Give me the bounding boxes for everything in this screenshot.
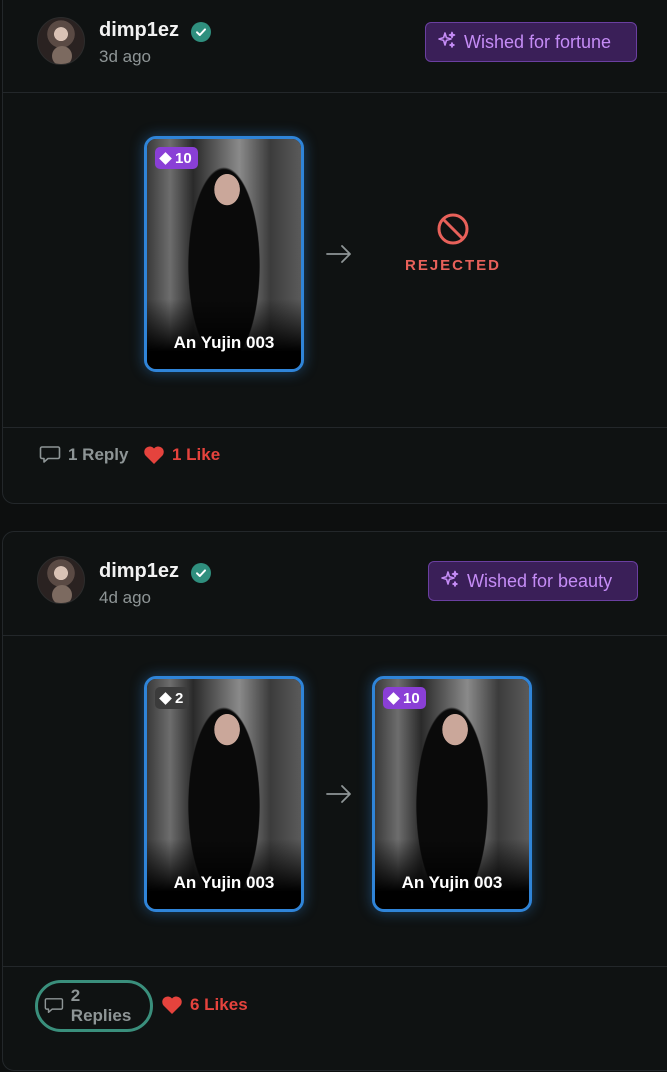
sparkles-icon [438, 31, 456, 54]
username[interactable]: dimp1ez [99, 19, 179, 42]
heart-icon [144, 446, 164, 464]
avatar[interactable] [37, 17, 85, 65]
replies-count: 2 Replies [70, 986, 132, 1025]
diamond-icon [159, 151, 172, 165]
replies-button[interactable]: 1 Reply [39, 445, 128, 465]
card-rank: 10 [403, 689, 420, 707]
replies-button[interactable]: 2 Replies [35, 980, 153, 1032]
rejected-label: REJECTED [404, 257, 502, 274]
heart-icon [162, 996, 182, 1014]
likes-count: 1 Like [172, 445, 221, 464]
diamond-icon [159, 691, 172, 705]
card-to[interactable]: 10 An Yujin 003 [372, 676, 532, 912]
wish-post: dimp1ez 4d ago Wished for beauty 2 An Yu… [2, 531, 667, 1071]
wish-label: Wished for beauty [467, 570, 613, 591]
sparkles-icon [441, 570, 459, 593]
wish-label: Wished for fortune [464, 31, 612, 52]
card-rank-badge: 10 [383, 687, 426, 709]
likes-count: 6 Likes [190, 995, 248, 1014]
verified-check-icon [191, 22, 211, 42]
post-footer: 1 Reply 1 Like [3, 427, 667, 505]
post-header: dimp1ez 4d ago Wished for beauty [3, 532, 667, 636]
card-from[interactable]: 2 An Yujin 003 [144, 676, 304, 912]
comment-icon [44, 998, 64, 1014]
arrow-right-icon [326, 245, 351, 263]
post-footer: 2 Replies 6 Likes [3, 966, 667, 1072]
wish-badge: Wished for beauty [428, 561, 638, 601]
post-time: 3d ago [99, 47, 151, 66]
card-rank: 10 [175, 149, 192, 167]
post-time: 4d ago [99, 588, 151, 607]
wish-post: dimp1ez 3d ago Wished for fortune 10 An … [2, 0, 667, 504]
post-header: dimp1ez 3d ago Wished for fortune [3, 0, 667, 93]
like-button[interactable]: 6 Likes [161, 995, 248, 1015]
card-from[interactable]: 10 An Yujin 003 [144, 136, 304, 372]
card-name: An Yujin 003 [173, 333, 275, 352]
card-name: An Yujin 003 [173, 873, 275, 892]
card-rank-badge: 10 [155, 147, 198, 169]
username[interactable]: dimp1ez [99, 560, 179, 583]
arrow-right-icon [326, 785, 351, 803]
diamond-icon [387, 691, 400, 705]
rejected-status: REJECTED [403, 212, 503, 274]
like-button[interactable]: 1 Like [143, 445, 220, 465]
wish-badge: Wished for fortune [425, 22, 637, 62]
replies-count: 1 Reply [68, 445, 129, 464]
verified-check-icon [191, 563, 211, 583]
card-name: An Yujin 003 [401, 873, 503, 892]
card-rank: 2 [175, 689, 184, 707]
comment-icon [39, 446, 61, 463]
card-rank-badge: 2 [155, 687, 190, 709]
block-icon [437, 213, 469, 245]
avatar[interactable] [37, 556, 85, 604]
